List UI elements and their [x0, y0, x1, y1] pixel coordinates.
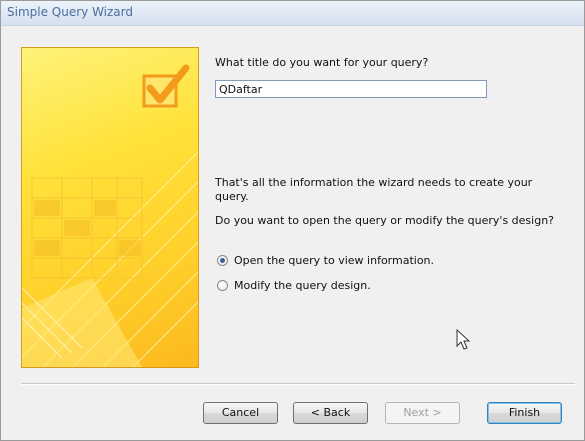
query-title-question: What title do you want for your query?	[215, 56, 429, 69]
option-modify-design-label[interactable]: Modify the query design.	[234, 279, 371, 292]
option-modify-design[interactable]: Modify the query design.	[217, 277, 371, 293]
query-title-input[interactable]	[215, 80, 487, 98]
mouse-pointer-icon	[456, 329, 471, 350]
radio-modify-design[interactable]	[217, 279, 228, 291]
finish-button[interactable]: Finish	[487, 402, 562, 424]
title-bar: Simple Query Wizard	[1, 1, 584, 26]
radio-open-query[interactable]	[217, 254, 228, 266]
window-title: Simple Query Wizard	[7, 5, 133, 19]
next-button[interactable]: Next >	[385, 402, 460, 424]
cancel-button[interactable]: Cancel	[203, 402, 278, 424]
checkbox-check-icon	[142, 64, 190, 108]
wizard-info-text: That's all the information the wizard ne…	[215, 176, 533, 203]
button-separator	[21, 383, 575, 385]
back-button[interactable]: < Back	[293, 402, 368, 424]
open-or-modify-prompt: Do you want to open the query or modify …	[215, 214, 555, 227]
wizard-art-panel	[21, 47, 199, 368]
option-open-query[interactable]: Open the query to view information.	[217, 252, 434, 268]
wizard-window: Simple Query Wizard What title do you wa…	[0, 0, 585, 441]
option-open-query-label[interactable]: Open the query to view information.	[234, 254, 434, 267]
